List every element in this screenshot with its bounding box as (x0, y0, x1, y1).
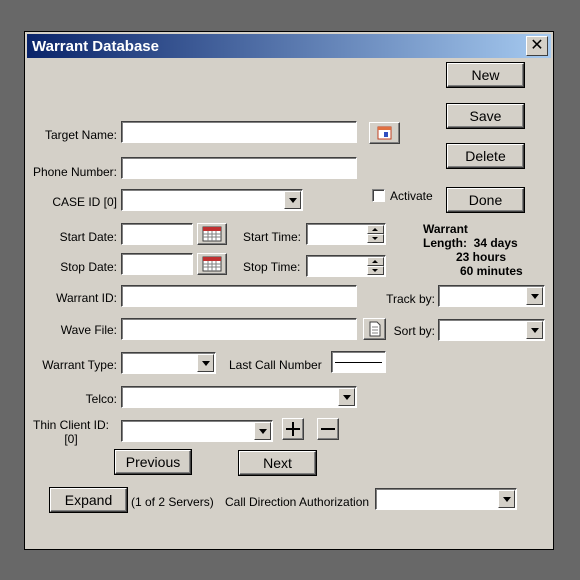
case-id-select[interactable] (121, 189, 303, 211)
title-bar: Warrant Database ✕ (27, 34, 551, 58)
close-button[interactable]: ✕ (526, 36, 548, 56)
last-call-number-label: Last Call Number (229, 358, 322, 372)
stop-time-input[interactable] (306, 255, 386, 277)
thin-client-id-label: Thin Client ID: [0] (25, 418, 117, 446)
expand-button[interactable]: Expand (50, 488, 127, 512)
address-book-icon (377, 126, 392, 140)
stop-date-input[interactable] (121, 253, 193, 275)
next-button[interactable]: Next (239, 451, 316, 475)
warrant-length-days: 34 days (473, 236, 518, 250)
stop-time-label: Stop Time: (243, 260, 301, 274)
track-by-select[interactable] (438, 285, 545, 307)
call-direction-select[interactable] (375, 488, 517, 510)
start-time-label: Start Time: (243, 230, 302, 244)
target-name-input[interactable] (121, 121, 357, 143)
warrant-id-input[interactable] (121, 285, 357, 307)
calendar-icon (202, 256, 222, 272)
last-call-number-field (331, 351, 386, 373)
start-date-label: Start Date: (59, 230, 117, 244)
spin-down-icon[interactable] (367, 266, 384, 275)
window-title: Warrant Database (32, 38, 159, 55)
delete-button[interactable]: Delete (447, 144, 524, 168)
warrant-length-info: Warrant Length: 34 days 23 hours 60 minu… (423, 222, 523, 278)
target-name-label: Target Name: (44, 128, 117, 142)
call-direction-label: Call Direction Authorization (225, 495, 370, 509)
phone-number-input[interactable] (121, 157, 357, 179)
calendar-icon (202, 226, 222, 242)
chevron-down-icon[interactable] (338, 388, 355, 406)
previous-button[interactable]: Previous (115, 450, 191, 474)
done-button[interactable]: Done (447, 188, 524, 212)
new-button[interactable]: New (447, 63, 524, 87)
warrant-length-minutes: 60 minutes (460, 264, 523, 278)
plus-icon (286, 422, 300, 436)
case-id-label: CASE ID [0] (52, 195, 117, 209)
warrant-length-label: Length: (423, 236, 467, 250)
start-date-input[interactable] (121, 223, 193, 245)
chevron-down-icon[interactable] (284, 191, 301, 209)
start-time-spinner[interactable] (367, 225, 384, 243)
chevron-down-icon[interactable] (498, 490, 515, 508)
warrant-type-label: Warrant Type: (42, 358, 117, 372)
chevron-down-icon[interactable] (197, 354, 214, 372)
chevron-down-icon[interactable] (254, 422, 271, 440)
minus-icon (321, 428, 335, 430)
server-count-text: (1 of 2 Servers) (131, 495, 214, 509)
sort-by-label: Sort by: (393, 324, 435, 338)
save-button[interactable]: Save (447, 104, 524, 128)
phone-number-label: Phone Number: (32, 165, 117, 179)
track-by-label: Track by: (386, 292, 435, 306)
stop-time-spinner[interactable] (367, 257, 384, 275)
stop-date-label: Stop Date: (60, 260, 117, 274)
start-date-calendar-button[interactable] (197, 223, 227, 245)
last-call-number-line (335, 362, 382, 363)
address-book-button[interactable] (369, 122, 400, 144)
warrant-length-title: Warrant (423, 222, 468, 236)
wave-file-label: Wave File: (60, 323, 117, 337)
spin-up-icon[interactable] (367, 225, 384, 234)
start-time-input[interactable] (306, 223, 386, 245)
stop-date-calendar-button[interactable] (197, 253, 227, 275)
thin-client-id-label-line2: [0] (64, 432, 78, 446)
spin-up-icon[interactable] (367, 257, 384, 266)
sort-by-select[interactable] (438, 319, 545, 341)
remove-thin-client-button[interactable] (317, 418, 339, 440)
warrant-database-window: Warrant Database ✕ New Save Delete Done … (24, 31, 554, 550)
warrant-id-label: Warrant ID: (56, 291, 117, 305)
warrant-type-select[interactable] (121, 352, 216, 374)
add-thin-client-button[interactable] (282, 418, 304, 440)
warrant-length-line: Length: 34 days (423, 236, 523, 250)
telco-select[interactable] (121, 386, 357, 408)
thin-client-id-select[interactable] (121, 420, 273, 442)
warrant-length-hours: 23 hours (456, 250, 507, 264)
chevron-down-icon[interactable] (526, 287, 543, 305)
chevron-down-icon[interactable] (526, 321, 543, 339)
activate-label: Activate (390, 189, 433, 203)
close-icon: ✕ (530, 37, 544, 54)
telco-label: Telco: (85, 392, 117, 406)
activate-checkbox[interactable] (372, 189, 385, 202)
spin-down-icon[interactable] (367, 234, 384, 243)
thin-client-id-label-line1: Thin Client ID: (32, 418, 110, 432)
wave-file-input[interactable] (121, 318, 357, 340)
